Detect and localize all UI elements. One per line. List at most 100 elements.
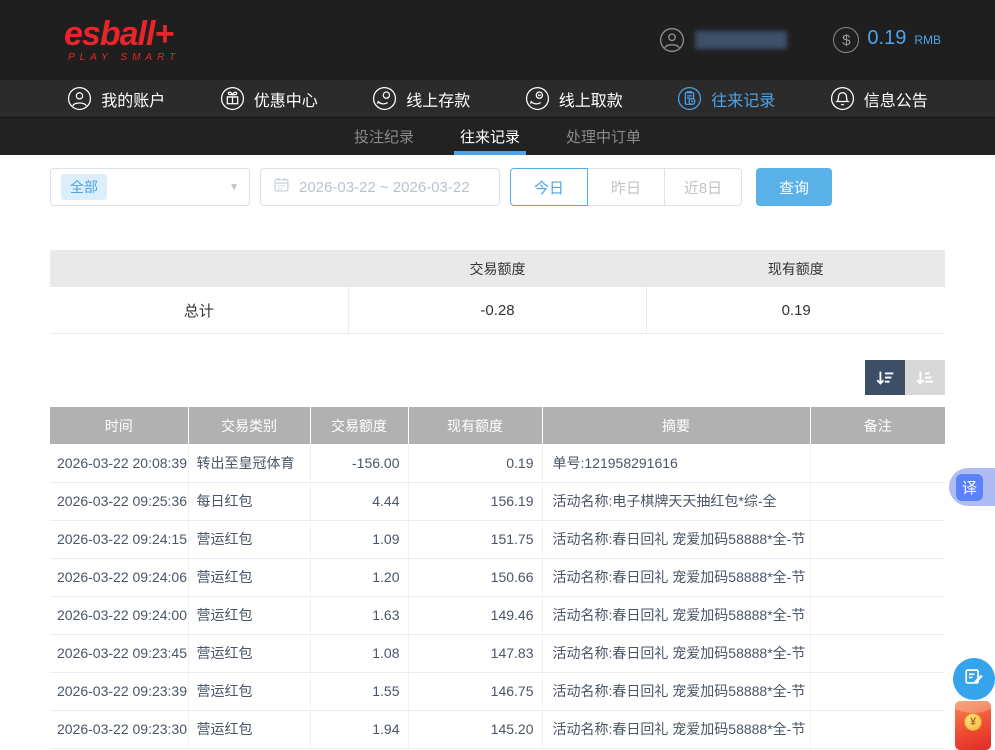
tab-betting-records[interactable]: 投注纪录 bbox=[348, 118, 420, 155]
subtab-label: 往来记录 bbox=[460, 126, 520, 147]
user-icon bbox=[67, 86, 92, 111]
subtab-label: 处理中订单 bbox=[566, 126, 641, 147]
page: esball+ PLAY SMART $ 0.19 RMB bbox=[0, 0, 995, 750]
date-range-input[interactable]: 2026-03-22 ~ 2026-03-22 bbox=[260, 168, 500, 206]
col-header-remark: 备注 bbox=[810, 407, 945, 444]
summary-total-row: 总计 -0.28 0.19 bbox=[50, 287, 945, 333]
table-cell: 1.55 bbox=[310, 672, 408, 710]
subtab-label: 投注纪录 bbox=[354, 126, 414, 147]
transactions-header: 时间 交易类别 交易额度 现有额度 摘要 备注 bbox=[50, 407, 945, 444]
table-cell bbox=[810, 482, 945, 520]
withdraw-hand-coin-icon bbox=[525, 86, 550, 111]
translate-widget[interactable]: 译 bbox=[949, 468, 995, 506]
table-cell: 1.20 bbox=[310, 558, 408, 596]
col-header-time: 时间 bbox=[50, 407, 188, 444]
username-blurred bbox=[695, 31, 787, 49]
category-select[interactable]: 全部 ▼ bbox=[50, 168, 250, 206]
table-row: 2026-03-22 09:23:39营运红包1.55146.75活动名称:春日… bbox=[50, 672, 945, 710]
tab-pending-orders[interactable]: 处理中订单 bbox=[560, 118, 647, 155]
records-clipboard-icon bbox=[677, 86, 702, 111]
sort-controls bbox=[50, 360, 945, 395]
table-cell: 单号:121958291616 bbox=[542, 444, 810, 482]
avatar-icon bbox=[659, 27, 685, 53]
nav-label: 往来记录 bbox=[711, 87, 775, 111]
brand-logo-text: esball+ bbox=[64, 17, 180, 51]
nav-label: 优惠中心 bbox=[254, 87, 318, 111]
quick-btn-last8days[interactable]: 近8日 bbox=[664, 168, 742, 206]
table-cell: 2026-03-22 09:23:30 bbox=[50, 710, 188, 748]
table-cell: 1.08 bbox=[310, 634, 408, 672]
table-cell bbox=[810, 710, 945, 748]
col-header-type: 交易类别 bbox=[188, 407, 310, 444]
brand-logo[interactable]: esball+ PLAY SMART bbox=[64, 17, 180, 63]
summary-total-label: 总计 bbox=[50, 287, 349, 333]
nav-item-records[interactable]: 往来记录 bbox=[677, 86, 775, 111]
table-cell: 1.09 bbox=[310, 520, 408, 558]
nav-item-announcements[interactable]: 信息公告 bbox=[830, 86, 928, 111]
table-cell: 活动名称:春日回礼 宠爱加码58888*全-节 bbox=[542, 634, 810, 672]
table-cell: 营运红包 bbox=[188, 558, 310, 596]
table-cell: 营运红包 bbox=[188, 596, 310, 634]
red-envelope-button[interactable]: ¥ bbox=[955, 701, 991, 750]
table-row: 2026-03-22 20:08:39转出至皇冠体育-156.000.19单号:… bbox=[50, 444, 945, 482]
quick-btn-today[interactable]: 今日 bbox=[510, 168, 588, 206]
nav-item-promotions[interactable]: 优惠中心 bbox=[220, 86, 318, 111]
gift-icon bbox=[220, 86, 245, 111]
header-right: $ 0.19 RMB bbox=[659, 27, 941, 53]
table-row: 2026-03-22 09:25:36每日红包4.44156.19活动名称:电子… bbox=[50, 482, 945, 520]
balance[interactable]: $ 0.19 RMB bbox=[833, 27, 941, 53]
table-cell: 活动名称:春日回礼 宠爱加码58888*全-节 bbox=[542, 710, 810, 748]
tab-transaction-records[interactable]: 往来记录 bbox=[454, 118, 526, 155]
table-cell: 146.75 bbox=[408, 672, 542, 710]
search-button[interactable]: 查询 bbox=[756, 168, 832, 206]
table-cell: 149.46 bbox=[408, 596, 542, 634]
transactions-body: 2026-03-22 20:08:39转出至皇冠体育-156.000.19单号:… bbox=[50, 444, 945, 748]
table-row: 2026-03-22 09:23:30营运红包1.94145.20活动名称:春日… bbox=[50, 710, 945, 748]
balance-amount: 0.19 bbox=[867, 27, 906, 50]
chevron-down-icon: ▼ bbox=[229, 182, 239, 193]
calendar-icon bbox=[273, 176, 290, 198]
nav-item-my-account[interactable]: 我的账户 bbox=[67, 86, 165, 111]
table-cell: 1.63 bbox=[310, 596, 408, 634]
table-cell: 2026-03-22 09:24:06 bbox=[50, 558, 188, 596]
user-account[interactable] bbox=[659, 27, 787, 53]
nav-item-deposit[interactable]: 线上存款 bbox=[372, 86, 470, 111]
table-cell: 活动名称:春日回礼 宠爱加码58888*全-节 bbox=[542, 520, 810, 558]
table-row: 2026-03-22 09:24:00营运红包1.63149.46活动名称:春日… bbox=[50, 596, 945, 634]
table-row: 2026-03-22 09:24:15营运红包1.09151.75活动名称:春日… bbox=[50, 520, 945, 558]
table-cell: 营运红包 bbox=[188, 634, 310, 672]
table-cell: 156.19 bbox=[408, 482, 542, 520]
summary-header-empty bbox=[50, 250, 348, 287]
coin-icon: ¥ bbox=[964, 713, 982, 731]
summary-header-trade: 交易额度 bbox=[348, 250, 646, 287]
table-cell bbox=[810, 444, 945, 482]
table-cell: 营运红包 bbox=[188, 710, 310, 748]
table-cell: 0.19 bbox=[408, 444, 542, 482]
dollar-icon: $ bbox=[833, 27, 859, 53]
table-cell: 4.44 bbox=[310, 482, 408, 520]
balance-currency: RMB bbox=[914, 33, 941, 47]
table-cell: 营运红包 bbox=[188, 672, 310, 710]
table-row: 2026-03-22 09:24:06营运红包1.20150.66活动名称:春日… bbox=[50, 558, 945, 596]
feedback-edit-button[interactable] bbox=[953, 658, 995, 700]
deposit-hand-coin-icon bbox=[372, 86, 397, 111]
table-cell: 2026-03-22 09:24:15 bbox=[50, 520, 188, 558]
sort-ascending-button[interactable] bbox=[905, 360, 945, 395]
nav-label: 线上取款 bbox=[559, 87, 623, 111]
table-cell: 147.83 bbox=[408, 634, 542, 672]
table-cell: 2026-03-22 09:23:39 bbox=[50, 672, 188, 710]
sub-nav: 投注纪录 往来记录 处理中订单 bbox=[0, 118, 995, 155]
table-cell: 活动名称:电子棋牌天天抽红包*综-全 bbox=[542, 482, 810, 520]
col-header-summary: 摘要 bbox=[542, 407, 810, 444]
summary-table: 交易额度 现有额度 总计 -0.28 0.19 bbox=[50, 250, 945, 334]
summary-header-row: 交易额度 现有额度 bbox=[50, 250, 945, 287]
table-cell: 151.75 bbox=[408, 520, 542, 558]
category-selected-value: 全部 bbox=[61, 174, 107, 200]
quick-btn-yesterday[interactable]: 昨日 bbox=[587, 168, 665, 206]
quick-btn-label: 昨日 bbox=[611, 177, 641, 198]
nav-item-withdraw[interactable]: 线上取款 bbox=[525, 86, 623, 111]
table-cell: 150.66 bbox=[408, 558, 542, 596]
bell-icon bbox=[830, 86, 855, 111]
table-cell: 2026-03-22 09:25:36 bbox=[50, 482, 188, 520]
sort-descending-button[interactable] bbox=[865, 360, 905, 395]
